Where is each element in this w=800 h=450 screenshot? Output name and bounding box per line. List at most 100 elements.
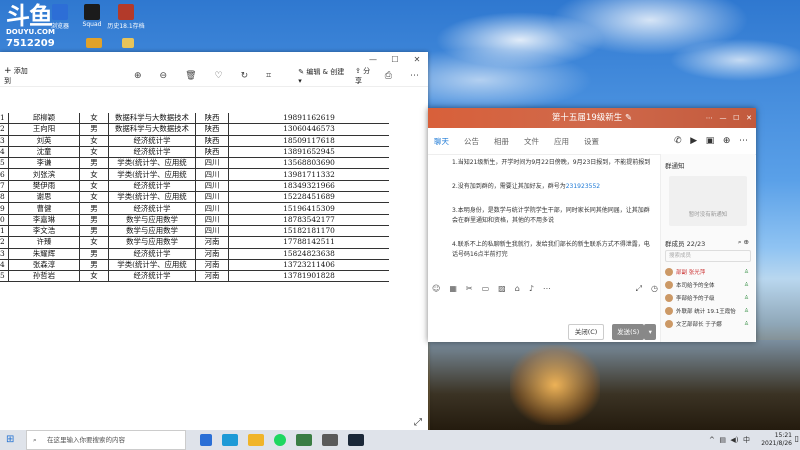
- gif-icon[interactable]: ▦: [449, 284, 457, 294]
- announcement-message: 1.当知21级新生，开学时间为9月22日傍晚，9月23日报到，不能提前报到 2.…: [452, 158, 652, 274]
- minimize-button[interactable]: —: [719, 114, 726, 122]
- cell-gender: 男: [79, 123, 109, 136]
- screen-share-icon[interactable]: ▣: [706, 136, 715, 146]
- share-button[interactable]: ⇪ 分享: [355, 66, 376, 86]
- file-explorer-icon[interactable]: [248, 434, 264, 446]
- cell-major: 经济统计学: [108, 146, 196, 159]
- cell-phone: 13723211406: [228, 259, 389, 272]
- member-item[interactable]: 外联部 统计 19.1王霞怡 ♙: [661, 304, 755, 317]
- send-options-button[interactable]: ▾: [644, 324, 657, 340]
- add-icon[interactable]: ⊕: [723, 136, 731, 146]
- cell-gender: 男: [79, 202, 109, 215]
- cell-gender: 女: [79, 270, 109, 283]
- zoom-in-icon[interactable]: ⊕: [134, 71, 142, 81]
- avatar: [665, 293, 673, 302]
- tab-album[interactable]: 相册: [494, 136, 509, 147]
- tab-files[interactable]: 文件: [524, 136, 539, 147]
- cell-gender: 女: [79, 146, 109, 159]
- tab-announcement[interactable]: 公告: [464, 136, 479, 147]
- cell-major: 数学与应用数学: [108, 225, 196, 238]
- cell-phone: 13781901828: [228, 270, 389, 283]
- member-item[interactable]: 李部给予的子级 ♙: [661, 291, 755, 304]
- table-row: 1 李文浩男数学与应用数学 四川 15182181170: [0, 225, 389, 238]
- ime-icon[interactable]: 中: [743, 436, 750, 444]
- more-icon[interactable]: ⋯: [543, 284, 551, 294]
- history-icon[interactable]: ◷: [651, 284, 658, 294]
- mic-icon[interactable]: ♪: [529, 284, 534, 294]
- group-number-link[interactable]: 231923552: [566, 183, 600, 190]
- gift-icon[interactable]: ⌂: [515, 284, 520, 294]
- wallpaper-sun-glow: [510, 345, 600, 425]
- image-icon[interactable]: ▨: [498, 284, 506, 294]
- scissors-icon[interactable]: ✂: [466, 284, 473, 294]
- maximize-button[interactable]: ☐: [733, 114, 739, 122]
- more-icon[interactable]: ⋯: [706, 114, 713, 122]
- tab-settings[interactable]: 设置: [584, 136, 599, 147]
- cell-province: 四川: [195, 225, 229, 238]
- app-icon[interactable]: [322, 434, 338, 446]
- delete-icon[interactable]: 🗑: [185, 71, 196, 81]
- print-icon[interactable]: ⎙: [385, 71, 392, 81]
- cell-row-index: 1: [0, 225, 9, 238]
- volume-icon[interactable]: ◀): [730, 436, 738, 444]
- video-icon[interactable]: ▶: [690, 136, 697, 146]
- photos-app-icon[interactable]: [296, 434, 312, 446]
- close-button[interactable]: ✕: [746, 114, 752, 122]
- cell-phone: 18783542177: [228, 214, 389, 226]
- expand-icon[interactable]: ⤢: [414, 417, 422, 428]
- cell-gender: 女: [79, 113, 109, 125]
- cell-gender: 女: [79, 191, 109, 204]
- edit-create-button[interactable]: ✎ 编辑 & 创建 ▾: [298, 67, 347, 85]
- member-item[interactable]: 本司给予的全体 ♙: [661, 278, 755, 291]
- game-save-icon: [118, 4, 134, 20]
- edge-icon[interactable]: [222, 434, 238, 446]
- maximize-button[interactable]: ☐: [384, 55, 406, 64]
- zoom-out-icon[interactable]: ⊖: [160, 71, 168, 81]
- cell-student-name: 沈童: [8, 146, 80, 159]
- folder-icon: [122, 38, 134, 48]
- more-icon[interactable]: ⋯: [739, 136, 748, 146]
- desktop-icon-label: 历史18.1存档: [107, 23, 145, 30]
- emoji-icon[interactable]: ☺: [432, 284, 440, 294]
- rotate-icon[interactable]: ↻: [241, 71, 249, 81]
- task-view-icon[interactable]: [200, 434, 212, 446]
- cell-row-index: 3: [0, 248, 9, 260]
- minimize-button[interactable]: —: [362, 55, 384, 64]
- taskbar-search[interactable]: ⌕ 在这里输入你要搜索的内容: [26, 430, 186, 450]
- chat-title: 第十五届19级新生: [551, 113, 623, 123]
- close-button[interactable]: ✕: [406, 55, 428, 64]
- expand-icon[interactable]: ⤢: [636, 284, 642, 294]
- steam-icon[interactable]: [348, 434, 364, 446]
- phone-icon[interactable]: ✆: [674, 136, 682, 146]
- member-item[interactable]: 文艺部部长 于子娜 ♙: [661, 317, 755, 330]
- more-icon[interactable]: ⋯: [410, 71, 419, 81]
- message-line-2: 2.没有加到群的，需要让其加好友，群号为231923552: [452, 182, 652, 192]
- windows-start-icon[interactable]: ⊞: [6, 434, 14, 445]
- crop-icon[interactable]: ⌗: [266, 71, 271, 81]
- clock[interactable]: 15:21 2021/8/26: [761, 432, 792, 448]
- send-button[interactable]: 发送(S): [612, 324, 645, 340]
- cell-row-index: 8: [0, 191, 9, 204]
- cell-phone: 18509117618: [228, 135, 389, 147]
- member-item[interactable]: 部副 张光萍 ♙: [661, 265, 755, 278]
- tab-apps[interactable]: 应用: [554, 136, 569, 147]
- desktop-icon-folder[interactable]: [108, 38, 148, 49]
- favorite-icon[interactable]: ♡: [215, 71, 223, 81]
- network-icon[interactable]: ▤: [719, 436, 726, 444]
- member-search-input[interactable]: 搜索成员: [665, 250, 751, 262]
- cell-row-index: 7: [0, 180, 9, 193]
- search-icon[interactable]: ⌕ ⊕: [738, 238, 749, 248]
- table-row: 4 沈童女经济统计学 陕西 13891652945: [0, 146, 389, 159]
- pen-icon: ✎: [624, 113, 633, 123]
- desktop-icon-save[interactable]: 历史18.1存档: [106, 4, 146, 30]
- chevron-up-icon[interactable]: ^: [709, 436, 715, 444]
- close-chat-button[interactable]: 关闭(C): [568, 324, 604, 340]
- cell-major: 学类(统计学、应用统: [108, 168, 196, 181]
- tab-chat[interactable]: 聊天: [434, 136, 449, 147]
- folder-icon[interactable]: ▭: [482, 284, 490, 294]
- add-to-button[interactable]: + 添加到: [4, 66, 33, 86]
- cell-phone: 13891652945: [228, 146, 389, 159]
- notification-icon[interactable]: ▯: [795, 434, 799, 443]
- cell-row-index: 3: [0, 135, 9, 147]
- spotify-icon[interactable]: [274, 434, 286, 446]
